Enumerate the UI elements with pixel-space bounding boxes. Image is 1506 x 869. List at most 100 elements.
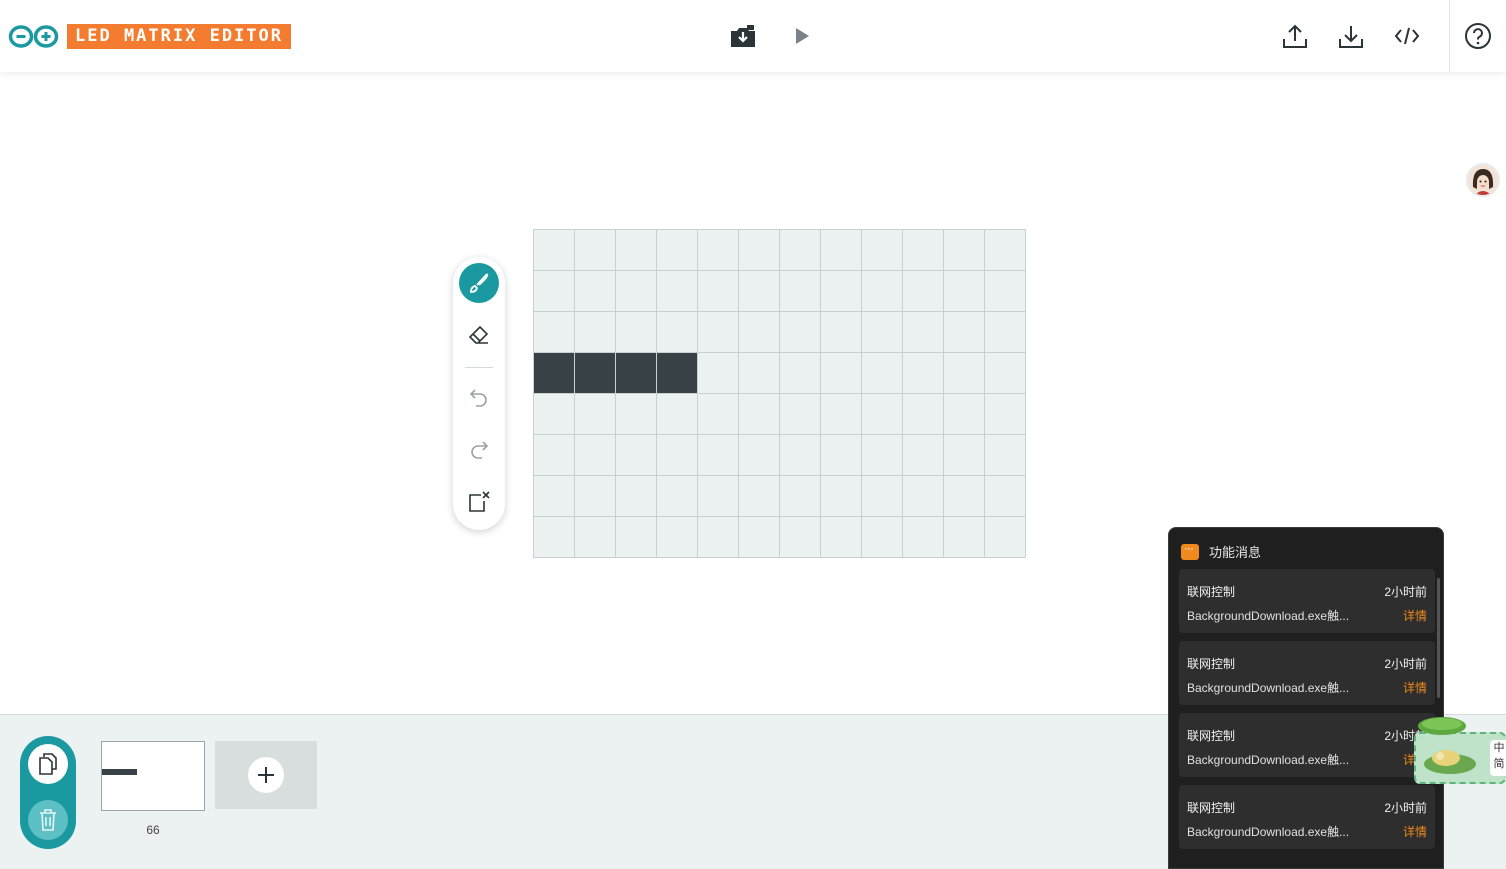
led-pixel-off[interactable] (575, 394, 616, 435)
led-pixel-off[interactable] (698, 271, 739, 312)
led-pixel-off[interactable] (616, 435, 657, 476)
led-pixel-off[interactable] (780, 435, 821, 476)
led-pixel-on[interactable] (534, 353, 575, 394)
led-pixel-off[interactable] (657, 312, 698, 353)
led-pixel-off[interactable] (575, 230, 616, 271)
led-pixel-off[interactable] (534, 394, 575, 435)
led-pixel-off[interactable] (575, 517, 616, 558)
led-pixel-off[interactable] (944, 476, 985, 517)
led-pixel-off[interactable] (616, 230, 657, 271)
notification-details-link[interactable]: 详情 (1403, 679, 1427, 696)
led-pixel-off[interactable] (616, 271, 657, 312)
led-pixel-off[interactable] (698, 312, 739, 353)
led-pixel-off[interactable] (780, 476, 821, 517)
duplicate-frame-button[interactable] (28, 744, 68, 784)
led-pixel-off[interactable] (534, 271, 575, 312)
floating-pet-widget[interactable]: 中 简 (1412, 712, 1506, 786)
led-pixel-off[interactable] (821, 353, 862, 394)
led-pixel-off[interactable] (985, 435, 1026, 476)
notification-item[interactable]: 联网控制 2小时前 BackgroundDownload.exe触... 详情 (1179, 641, 1435, 705)
led-pixel-off[interactable] (985, 312, 1026, 353)
led-pixel-off[interactable] (985, 353, 1026, 394)
led-pixel-off[interactable] (862, 271, 903, 312)
add-frame-button[interactable] (215, 741, 317, 809)
led-pixel-off[interactable] (780, 394, 821, 435)
led-pixel-off[interactable] (985, 394, 1026, 435)
led-pixel-off[interactable] (616, 394, 657, 435)
led-pixel-off[interactable] (698, 353, 739, 394)
led-pixel-off[interactable] (944, 271, 985, 312)
led-pixel-off[interactable] (944, 435, 985, 476)
clear-frame-button[interactable] (459, 482, 499, 522)
led-pixel-off[interactable] (821, 517, 862, 558)
brush-tool[interactable] (459, 263, 499, 303)
led-pixel-off[interactable] (944, 394, 985, 435)
play-button[interactable] (784, 18, 820, 54)
led-pixel-off[interactable] (534, 517, 575, 558)
led-pixel-off[interactable] (698, 394, 739, 435)
led-pixel-off[interactable] (534, 476, 575, 517)
led-pixel-off[interactable] (862, 476, 903, 517)
led-pixel-off[interactable] (616, 517, 657, 558)
led-pixel-off[interactable] (862, 394, 903, 435)
upload-button[interactable] (1277, 18, 1313, 54)
led-pixel-off[interactable] (903, 353, 944, 394)
led-pixel-on[interactable] (616, 353, 657, 394)
led-pixel-off[interactable] (985, 476, 1026, 517)
led-pixel-off[interactable] (657, 394, 698, 435)
led-pixel-off[interactable] (575, 312, 616, 353)
led-pixel-off[interactable] (698, 230, 739, 271)
led-pixel-off[interactable] (821, 271, 862, 312)
led-pixel-off[interactable] (944, 517, 985, 558)
notification-item[interactable]: 联网控制 2小时前 BackgroundDownload.exe触... 详情 (1179, 713, 1435, 777)
led-pixel-off[interactable] (575, 435, 616, 476)
led-pixel-off[interactable] (903, 517, 944, 558)
notification-details-link[interactable]: 详情 (1403, 823, 1427, 840)
led-pixel-on[interactable] (657, 353, 698, 394)
led-pixel-off[interactable] (903, 312, 944, 353)
led-pixel-off[interactable] (698, 435, 739, 476)
led-pixel-off[interactable] (616, 476, 657, 517)
frame-thumbnail[interactable] (101, 741, 205, 811)
led-pixel-off[interactable] (780, 353, 821, 394)
led-pixel-off[interactable] (698, 476, 739, 517)
led-pixel-on[interactable] (575, 353, 616, 394)
led-pixel-off[interactable] (903, 435, 944, 476)
led-pixel-off[interactable] (821, 312, 862, 353)
led-pixel-off[interactable] (739, 476, 780, 517)
help-button[interactable] (1460, 18, 1496, 54)
led-pixel-off[interactable] (534, 312, 575, 353)
led-pixel-off[interactable] (534, 230, 575, 271)
led-pixel-off[interactable] (657, 476, 698, 517)
led-pixel-off[interactable] (944, 353, 985, 394)
led-pixel-off[interactable] (821, 230, 862, 271)
delete-frame-button[interactable] (28, 800, 68, 840)
led-matrix-grid[interactable] (533, 229, 1026, 558)
led-pixel-off[interactable] (821, 435, 862, 476)
led-pixel-off[interactable] (903, 394, 944, 435)
led-pixel-off[interactable] (657, 517, 698, 558)
led-pixel-off[interactable] (739, 435, 780, 476)
led-pixel-off[interactable] (903, 230, 944, 271)
led-pixel-off[interactable] (862, 230, 903, 271)
led-pixel-off[interactable] (985, 271, 1026, 312)
import-sketch-button[interactable] (725, 18, 761, 54)
led-pixel-off[interactable] (821, 394, 862, 435)
led-pixel-off[interactable] (780, 312, 821, 353)
led-pixel-off[interactable] (780, 230, 821, 271)
led-pixel-off[interactable] (780, 517, 821, 558)
led-pixel-off[interactable] (944, 230, 985, 271)
redo-button[interactable] (459, 430, 499, 470)
undo-button[interactable] (459, 378, 499, 418)
led-pixel-off[interactable] (862, 312, 903, 353)
notification-scrollbar[interactable] (1437, 578, 1440, 698)
eraser-tool[interactable] (459, 315, 499, 355)
led-pixel-off[interactable] (698, 517, 739, 558)
led-pixel-off[interactable] (739, 271, 780, 312)
user-avatar[interactable] (1466, 163, 1500, 197)
led-pixel-off[interactable] (657, 271, 698, 312)
led-pixel-off[interactable] (575, 271, 616, 312)
led-pixel-off[interactable] (739, 394, 780, 435)
led-pixel-off[interactable] (739, 517, 780, 558)
led-pixel-off[interactable] (616, 312, 657, 353)
